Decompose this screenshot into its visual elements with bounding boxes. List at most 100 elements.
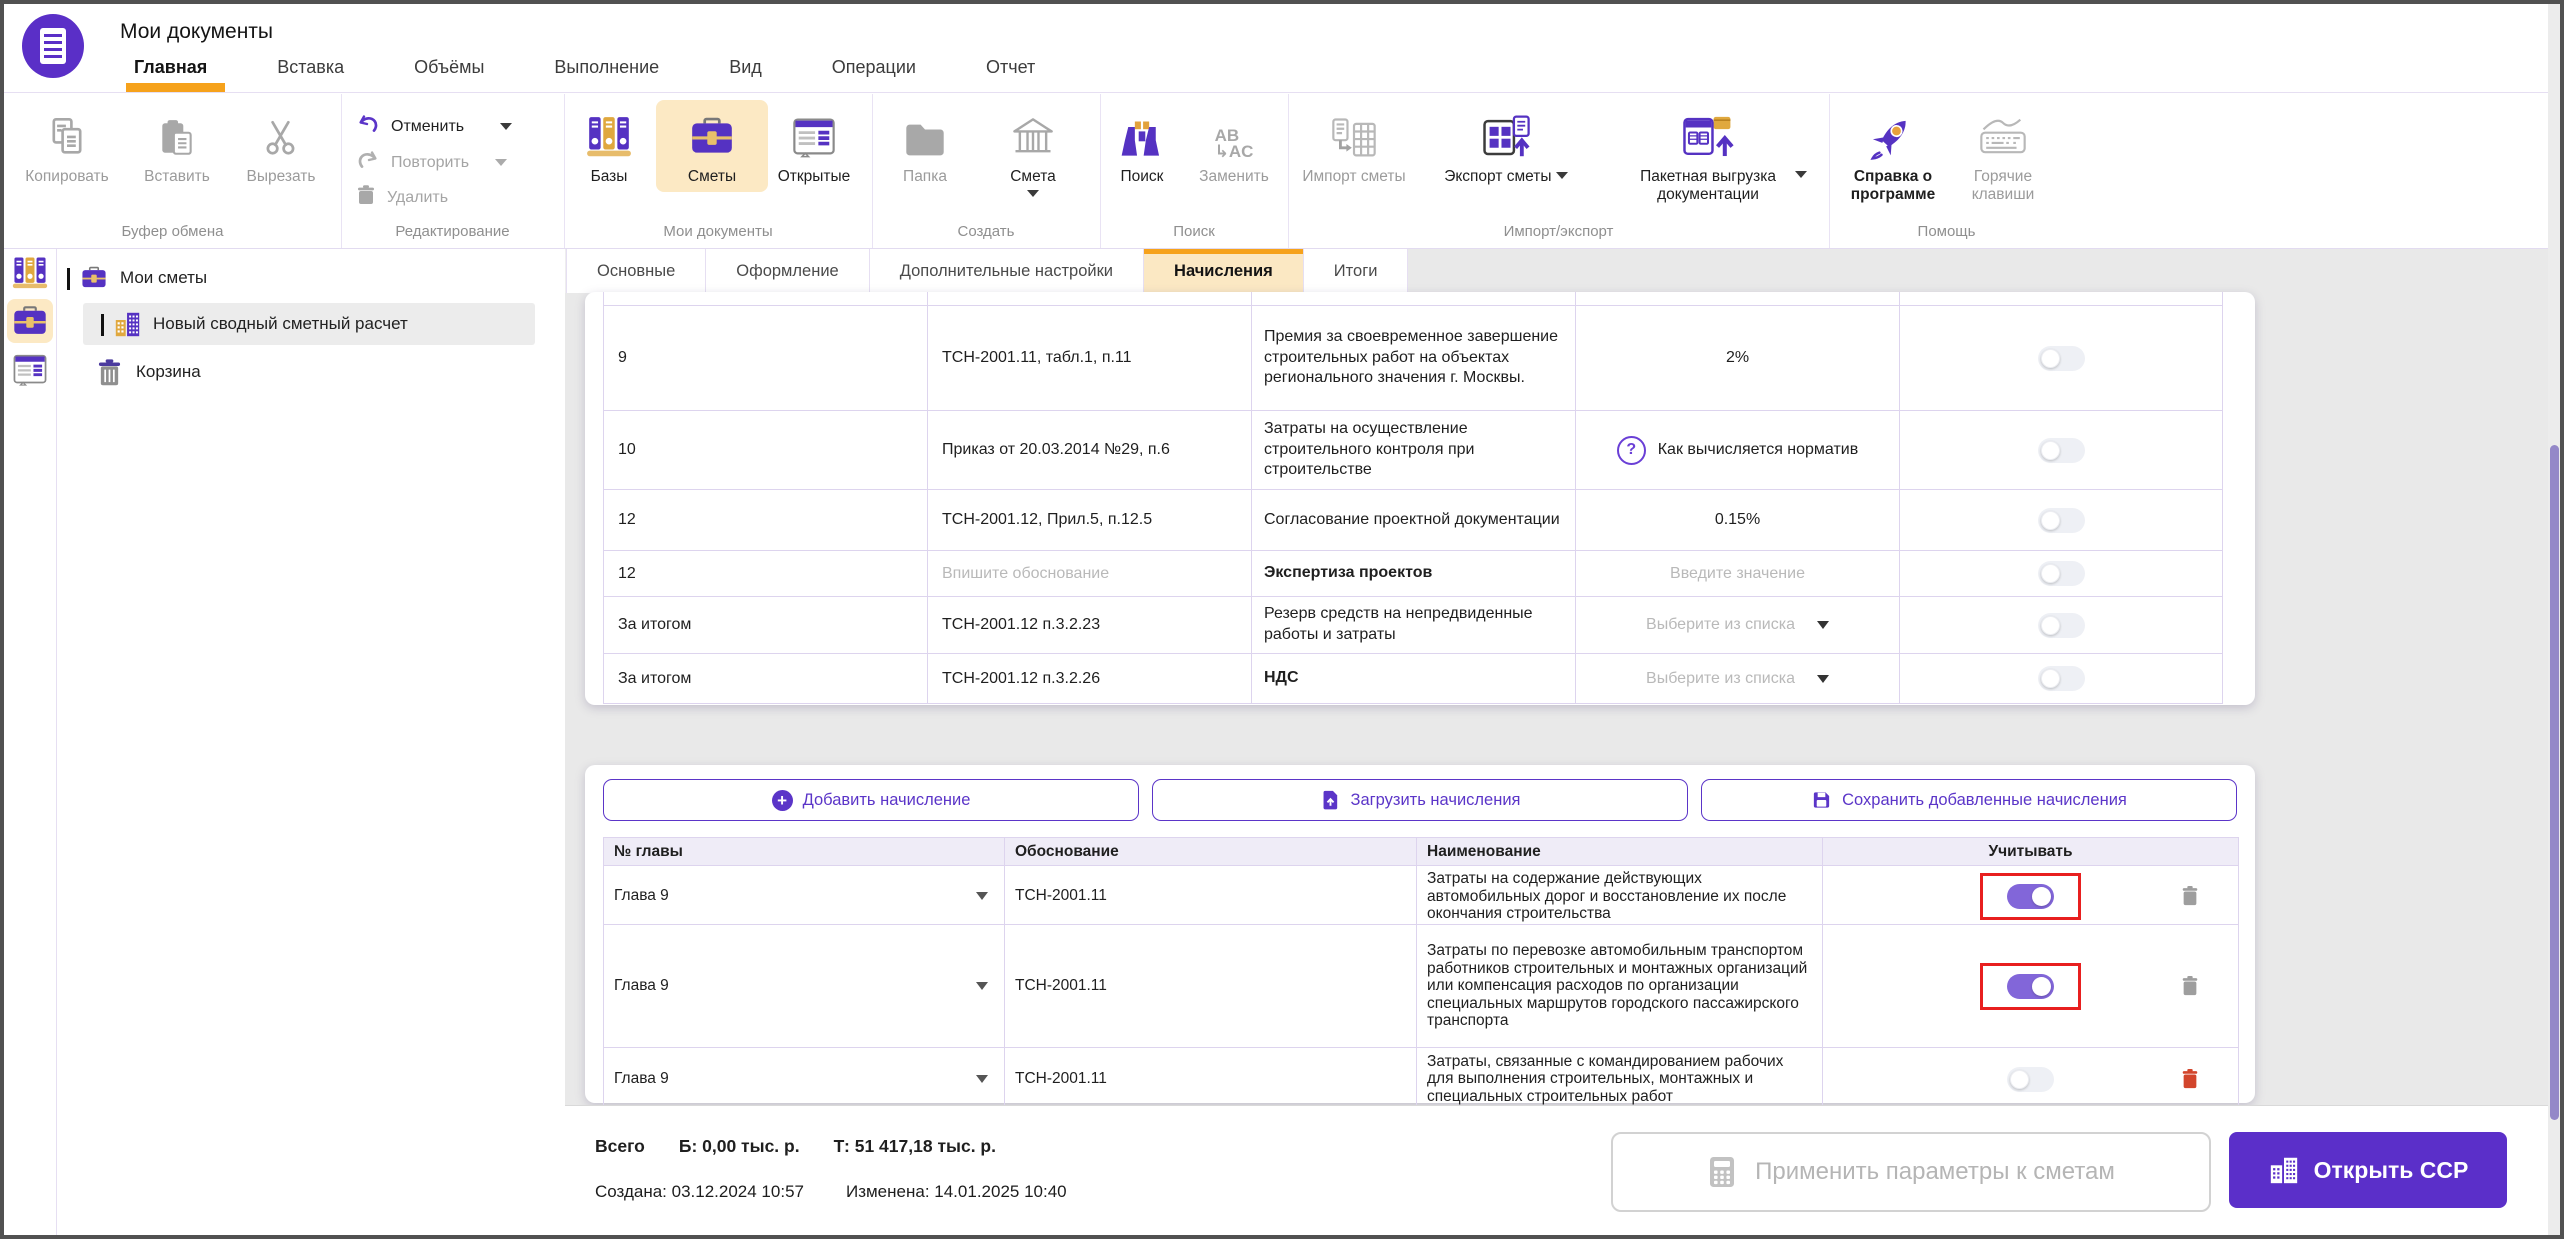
consider-toggle[interactable]: [2037, 666, 2085, 691]
batch-dropdown-caret-icon[interactable]: [1795, 171, 1807, 178]
undo-button[interactable]: Отменить: [355, 112, 513, 141]
basis-cell[interactable]: ТСН-2001.11: [1005, 866, 1417, 927]
redo-dropdown-caret-icon[interactable]: [495, 159, 508, 166]
table-row[interactable]: Глава 9 ТСН-2001.11 Затраты по перевозке…: [604, 924, 2238, 1047]
consider-toggle-off[interactable]: [2007, 1066, 2054, 1092]
tree-item-my-estimates[interactable]: Мои сметы: [57, 257, 565, 299]
consider-toggle[interactable]: [2037, 561, 2085, 586]
basis-cell[interactable]: ТСН-2001.11: [1005, 925, 1417, 1047]
load-accruals-button[interactable]: Загрузить начисления: [1152, 779, 1688, 821]
scissors-icon: [260, 104, 302, 160]
delete-row-trash-icon-red[interactable]: [2180, 1068, 2200, 1090]
estimates-button-active[interactable]: Сметы: [656, 100, 768, 192]
tab-itogi[interactable]: Итоги: [1303, 249, 1409, 293]
menu-tab-vypolnenie[interactable]: Выполнение: [554, 57, 659, 92]
tab-nachisleniya[interactable]: Начисления: [1144, 249, 1304, 293]
strip-estimates-button[interactable]: [7, 299, 53, 343]
replace-button[interactable]: AB ↳AC Заменить: [1186, 104, 1282, 186]
basis-cell[interactable]: ТСН-2001.12, Прил.5, п.12.5: [928, 490, 1252, 550]
select-caret-icon[interactable]: [976, 1075, 988, 1083]
menu-tab-vstavka[interactable]: Вставка: [277, 57, 344, 92]
bases-button[interactable]: Базы: [566, 104, 652, 186]
undo-dropdown-caret-icon[interactable]: [500, 123, 513, 130]
value-select[interactable]: Выберите из списка: [1576, 597, 1900, 653]
hotkeys-button[interactable]: Горячие клавиши: [1957, 104, 2049, 204]
chapter-cell: 12: [604, 551, 928, 596]
menu-tab-obyomy[interactable]: Объёмы: [414, 57, 484, 92]
table-row[interactable]: 12 Впишите обоснование Экспертиза проект…: [604, 551, 2222, 597]
menu-tab-vid[interactable]: Вид: [729, 57, 762, 92]
table-row[interactable]: 9 ТСН-2001.11, табл.1, п.11 Премия за св…: [604, 306, 2222, 411]
select-caret-icon[interactable]: [976, 982, 988, 990]
custom-accruals-table: № главы Обоснование Наименование Учитыва…: [603, 837, 2239, 1112]
value-cell[interactable]: ? Как вычисляется норматив: [1576, 411, 1900, 489]
export-icon: [1480, 104, 1532, 160]
strip-bases-button[interactable]: [7, 251, 53, 295]
delete-row-trash-icon[interactable]: [2180, 885, 2200, 907]
consider-toggle-on[interactable]: [2007, 883, 2054, 909]
chevron-down-icon[interactable]: [67, 268, 70, 290]
basis-cell[interactable]: ТСН-2001.11, табл.1, п.11: [928, 306, 1252, 410]
redo-button[interactable]: Повторить: [355, 148, 508, 177]
batch-export-button[interactable]: Пакетная выгрузка документации: [1608, 104, 1808, 204]
basis-cell[interactable]: Приказ от 20.03.2014 №29, п.6: [928, 411, 1252, 489]
open-ssr-button[interactable]: Открыть ССР: [2229, 1132, 2507, 1208]
chapter-cell: 12: [604, 490, 928, 550]
estimate-dropdown-caret-icon[interactable]: [1027, 189, 1039, 197]
value-cell[interactable]: 2%: [1576, 306, 1900, 410]
basis-cell[interactable]: ТСН-2001.11: [1005, 1048, 1417, 1110]
consider-toggle[interactable]: [2037, 612, 2085, 638]
chevron-right-icon[interactable]: [101, 314, 104, 336]
tab-osnovnye[interactable]: Основные: [566, 249, 707, 293]
create-folder-button[interactable]: Папка: [880, 104, 970, 186]
save-accruals-button[interactable]: Сохранить добавленные начисления: [1701, 779, 2237, 821]
tree-item-trash[interactable]: Корзина: [97, 351, 565, 393]
about-button[interactable]: Справка о программе: [1843, 104, 1943, 204]
consider-toggle[interactable]: [2037, 507, 2085, 533]
menu-tab-glavnaya[interactable]: Главная: [125, 57, 226, 92]
cut-button[interactable]: Вырезать: [226, 104, 336, 186]
table-row[interactable]: 10 Приказ от 20.03.2014 №29, п.6 Затраты…: [604, 411, 2222, 490]
table-row[interactable]: Глава 9 ТСН-2001.11 Затраты, связанные с…: [604, 1047, 2238, 1110]
table-row[interactable]: Глава 9 ТСН-2001.11 Затраты на содержани…: [604, 865, 2238, 927]
import-estimate-button[interactable]: Импорт сметы: [1294, 104, 1414, 186]
tab-dop-nastroyki[interactable]: Дополнительные настройки: [869, 249, 1145, 293]
search-button[interactable]: Поиск: [1102, 104, 1182, 186]
menu-tab-operacii[interactable]: Операции: [832, 57, 916, 92]
value-cell[interactable]: 0.15%: [1576, 490, 1900, 550]
tab-oformlenie[interactable]: Оформление: [706, 249, 870, 293]
chapter-select[interactable]: Глава 9: [604, 1048, 1005, 1110]
select-caret-icon[interactable]: [1816, 621, 1829, 629]
paste-button[interactable]: Вставить: [122, 104, 232, 186]
value-input-placeholder[interactable]: Введите значение: [1576, 551, 1900, 596]
consider-toggle[interactable]: [2037, 437, 2085, 463]
chapter-select[interactable]: Глава 9: [604, 866, 1005, 927]
create-estimate-button[interactable]: Смета: [988, 104, 1078, 197]
table-row[interactable]: За итогом ТСН-2001.12 п.3.2.23 Резерв ср…: [604, 597, 2222, 654]
select-caret-icon[interactable]: [1816, 674, 1829, 683]
tree-item-document-selected[interactable]: Новый сводный сметный расчет: [83, 303, 535, 345]
ribbon-group-clipboard: Копировать Вставить Вырезать Буфер обмен…: [4, 94, 342, 248]
value-select[interactable]: Выберите из списка: [1576, 654, 1900, 703]
help-question-icon[interactable]: ?: [1616, 435, 1646, 465]
scrollbar-thumb[interactable]: [2550, 445, 2559, 1120]
delete-row-trash-icon[interactable]: [2180, 975, 2200, 997]
export-dropdown-caret-icon[interactable]: [1555, 172, 1568, 179]
table-row[interactable]: 12 ТСН-2001.12, Прил.5, п.12.5 Согласова…: [604, 490, 2222, 551]
strip-opened-button[interactable]: [7, 347, 53, 391]
consider-toggle-on[interactable]: [2007, 973, 2054, 999]
delete-button[interactable]: Удалить: [355, 184, 448, 211]
add-accrual-button[interactable]: + Добавить начисление: [603, 779, 1139, 821]
export-estimate-button[interactable]: Экспорт сметы: [1422, 104, 1590, 186]
table-row[interactable]: За итогом ТСН-2001.12 п.3.2.26 НДС Выбер…: [604, 654, 2222, 704]
opened-button[interactable]: Открытые: [762, 104, 866, 186]
copy-button[interactable]: Копировать: [12, 104, 122, 186]
menu-tab-otchet[interactable]: Отчет: [986, 57, 1035, 92]
consider-toggle[interactable]: [2037, 345, 2085, 371]
select-caret-icon[interactable]: [976, 892, 988, 901]
chapter-select[interactable]: Глава 9: [604, 925, 1005, 1047]
basis-cell[interactable]: ТСН-2001.12 п.3.2.26: [928, 654, 1252, 703]
apply-parameters-button[interactable]: Применить параметры к сметам: [1611, 1132, 2211, 1212]
basis-input-placeholder[interactable]: Впишите обоснование: [928, 551, 1252, 596]
basis-cell[interactable]: ТСН-2001.12 п.3.2.23: [928, 597, 1252, 653]
